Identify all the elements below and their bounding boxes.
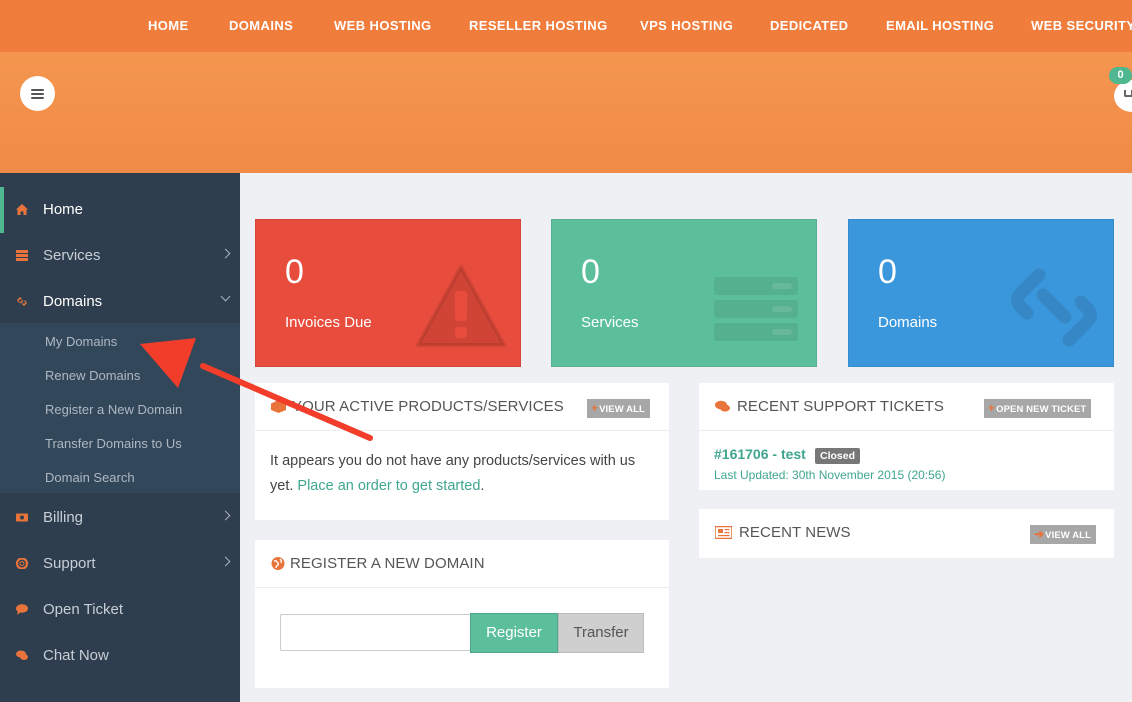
link-icon xyxy=(17,297,27,306)
nav-web-hosting[interactable]: WEB HOSTING xyxy=(334,18,432,33)
panel-title: YOUR ACTIVE PRODUCTS/SERVICES xyxy=(292,398,564,415)
sidebar-item-home[interactable]: Home xyxy=(0,187,240,233)
panel-header: REGISTER A NEW DOMAIN xyxy=(255,540,669,588)
sidebar-item-services[interactable]: Services xyxy=(0,233,240,279)
products-empty-message: It appears you do not have any products/… xyxy=(270,453,636,494)
services-icon xyxy=(16,250,28,261)
active-indicator xyxy=(0,187,4,233)
recent-news-panel: RECENT NEWS ➜VIEW ALL xyxy=(699,509,1114,558)
chevron-down-icon xyxy=(220,291,231,302)
sidebar: Home Services Domains My Domains Renew D… xyxy=(0,173,240,702)
sidebar-item-domains[interactable]: Domains xyxy=(0,279,240,325)
domains-submenu: My Domains Renew Domains Register a New … xyxy=(0,323,240,493)
domains-tile[interactable]: 0 Domains xyxy=(848,219,1114,367)
link-icon xyxy=(1011,268,1097,347)
sidebar-item-label: Home xyxy=(43,201,84,218)
panel-title: RECENT NEWS xyxy=(739,524,851,541)
panel-title: REGISTER A NEW DOMAIN xyxy=(290,555,485,572)
sidebar-item-label: Chat Now xyxy=(43,647,109,664)
register-button[interactable]: Register xyxy=(470,613,558,653)
chevron-right-icon xyxy=(220,248,231,259)
view-all-products-button[interactable]: +VIEW ALL xyxy=(587,399,650,418)
lifebuoy-icon xyxy=(16,558,28,569)
cart-icon xyxy=(1124,90,1132,97)
sidebar-item-label: Services xyxy=(43,247,101,264)
ticket-last-updated: Last Updated: 30th November 2015 (20:56) xyxy=(714,468,946,482)
menu-toggle-button[interactable] xyxy=(20,76,55,111)
nav-dedicated[interactable]: DEDICATED xyxy=(770,18,848,33)
invoices-due-count: 0 xyxy=(285,253,304,291)
submenu-domain-search[interactable]: Domain Search xyxy=(45,470,135,485)
chevron-right-icon xyxy=(220,556,231,567)
cube-icon xyxy=(271,400,286,413)
globe-icon xyxy=(271,557,285,570)
services-tile[interactable]: 0 Services xyxy=(551,219,817,367)
header-banner xyxy=(0,52,1132,173)
sidebar-item-billing[interactable]: Billing xyxy=(0,495,240,541)
services-count: 0 xyxy=(581,253,600,291)
transfer-button[interactable]: Transfer xyxy=(558,613,644,653)
submenu-renew-domains[interactable]: Renew Domains xyxy=(45,368,140,383)
services-label: Services xyxy=(581,314,639,331)
invoices-due-tile[interactable]: 0 Invoices Due xyxy=(255,219,521,367)
place-order-link[interactable]: Place an order to get started xyxy=(297,478,480,494)
sidebar-item-label: Billing xyxy=(43,509,84,526)
panel-header: RECENT NEWS ➜VIEW ALL xyxy=(699,509,1114,557)
nav-reseller-hosting[interactable]: RESELLER HOSTING xyxy=(469,18,608,33)
arrow-right-icon: ➜ xyxy=(1034,527,1045,541)
comments-icon xyxy=(16,650,28,660)
sidebar-item-label: Domains xyxy=(43,293,103,310)
nav-email-hosting[interactable]: EMAIL HOSTING xyxy=(886,18,994,33)
support-tickets-panel: RECENT SUPPORT TICKETS +OPEN NEW TICKET … xyxy=(699,383,1114,490)
invoices-due-label: Invoices Due xyxy=(285,314,372,331)
server-icon xyxy=(714,277,798,341)
top-navigation: HOME DOMAINS WEB HOSTING RESELLER HOSTIN… xyxy=(0,0,1132,52)
sidebar-item-label: Open Ticket xyxy=(43,601,124,618)
active-products-panel: YOUR ACTIVE PRODUCTS/SERVICES +VIEW ALL … xyxy=(255,383,669,520)
comments-icon xyxy=(715,400,730,412)
comment-icon xyxy=(16,604,28,615)
ticket-link[interactable]: #161706 - test xyxy=(714,446,806,462)
home-icon xyxy=(16,204,28,215)
money-icon xyxy=(16,513,28,522)
panel-header: YOUR ACTIVE PRODUCTS/SERVICES +VIEW ALL xyxy=(255,383,669,431)
panel-header: RECENT SUPPORT TICKETS +OPEN NEW TICKET xyxy=(699,383,1114,431)
sidebar-item-support[interactable]: Support xyxy=(0,541,240,587)
plus-icon: + xyxy=(988,401,996,415)
register-domain-panel: REGISTER A NEW DOMAIN Register Transfer xyxy=(255,540,669,688)
chevron-right-icon xyxy=(220,510,231,521)
domains-label: Domains xyxy=(878,314,938,331)
submenu-register-domain[interactable]: Register a New Domain xyxy=(45,402,182,417)
view-all-news-button[interactable]: ➜VIEW ALL xyxy=(1030,525,1096,544)
panel-title: RECENT SUPPORT TICKETS xyxy=(737,398,944,415)
nav-web-security[interactable]: WEB SECURITY xyxy=(1031,18,1132,33)
submenu-my-domains[interactable]: My Domains xyxy=(45,334,117,349)
nav-home[interactable]: HOME xyxy=(148,18,189,33)
open-new-ticket-button[interactable]: +OPEN NEW TICKET xyxy=(984,399,1092,418)
warning-icon xyxy=(416,265,506,347)
plus-icon: + xyxy=(591,401,599,415)
nav-vps-hosting[interactable]: VPS HOSTING xyxy=(640,18,733,33)
sidebar-item-chat-now[interactable]: Chat Now xyxy=(0,633,240,679)
nav-domains[interactable]: DOMAINS xyxy=(229,18,293,33)
cart-count-badge: 0 xyxy=(1109,67,1132,84)
newspaper-icon xyxy=(715,526,732,539)
sidebar-item-open-ticket[interactable]: Open Ticket xyxy=(0,587,240,633)
submenu-transfer-domains[interactable]: Transfer Domains to Us xyxy=(45,436,182,451)
hamburger-icon xyxy=(31,88,44,99)
cart-button[interactable] xyxy=(1114,80,1132,112)
domain-search-input[interactable] xyxy=(280,614,471,651)
domains-count: 0 xyxy=(878,253,897,291)
status-badge: Closed xyxy=(815,448,861,464)
sidebar-item-label: Support xyxy=(43,555,96,572)
